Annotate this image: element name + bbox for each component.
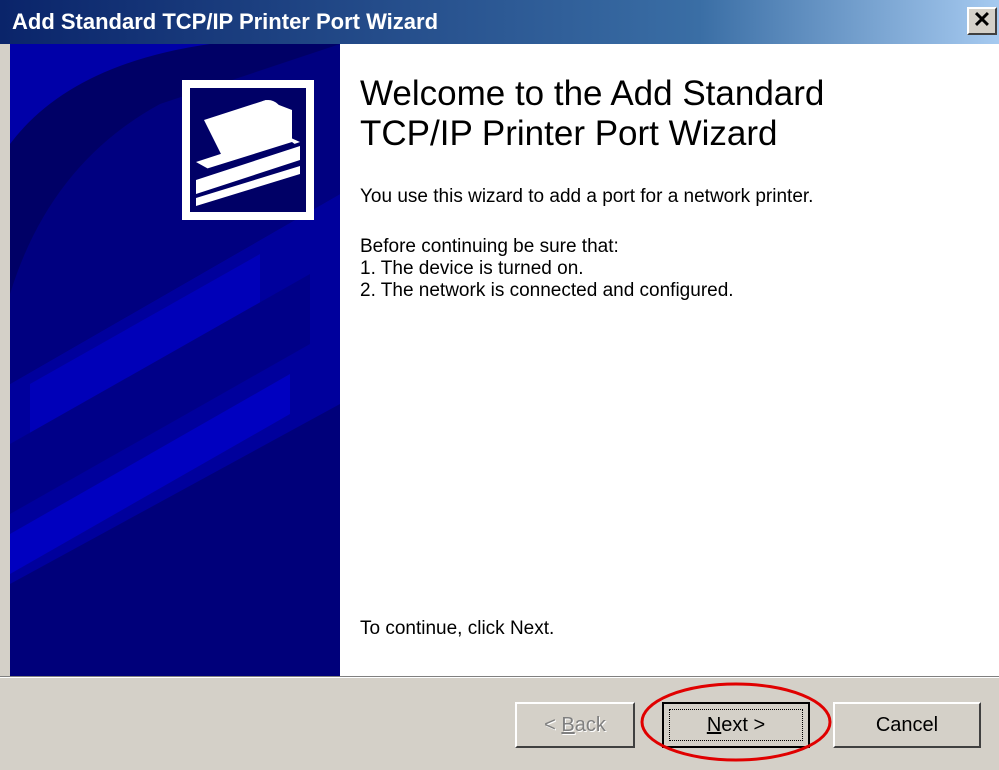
next-mnemonic: N [706,714,722,736]
requirement-item: 1. The device is turned on. [360,258,584,279]
continue-instruction: To continue, click Next. [360,618,555,639]
back-prefix: < [544,714,562,736]
wizard-window: Add Standard TCP/IP Printer Port Wizard … [0,0,999,770]
close-button[interactable]: ✕ [967,7,997,35]
button-separator [0,676,999,678]
cancel-button[interactable]: Cancel [833,702,981,748]
back-button[interactable]: < Back [515,702,635,748]
requirement-item: 2. The network is connected and configur… [360,280,734,301]
focus-rectangle: Next > [669,709,803,741]
printer-wizard-icon [182,80,314,220]
cancel-label: Cancel [875,714,939,736]
next-button[interactable]: Next > [662,702,810,748]
intro-text: You use this wizard to add a port for a … [360,186,814,207]
wizard-body: Welcome to the Add Standard TCP/IP Print… [10,44,999,676]
requirements-header: Before continuing be sure that: [360,236,619,257]
requirements-list: Before continuing be sure that: 1. The d… [360,236,734,302]
window-title: Add Standard TCP/IP Printer Port Wizard [12,9,439,34]
welcome-title-line2: TCP/IP Printer Port Wizard [360,114,778,153]
back-label-rest: ack [574,714,606,736]
next-label-rest: ext > [721,714,766,736]
close-icon: ✕ [972,7,992,32]
wizard-side-banner [10,44,340,676]
title-bar[interactable]: Add Standard TCP/IP Printer Port Wizard … [0,0,999,44]
welcome-title-line1: Welcome to the Add Standard [360,74,825,113]
back-mnemonic: B [561,714,575,736]
welcome-heading: Welcome to the Add Standard TCP/IP Print… [360,74,980,154]
